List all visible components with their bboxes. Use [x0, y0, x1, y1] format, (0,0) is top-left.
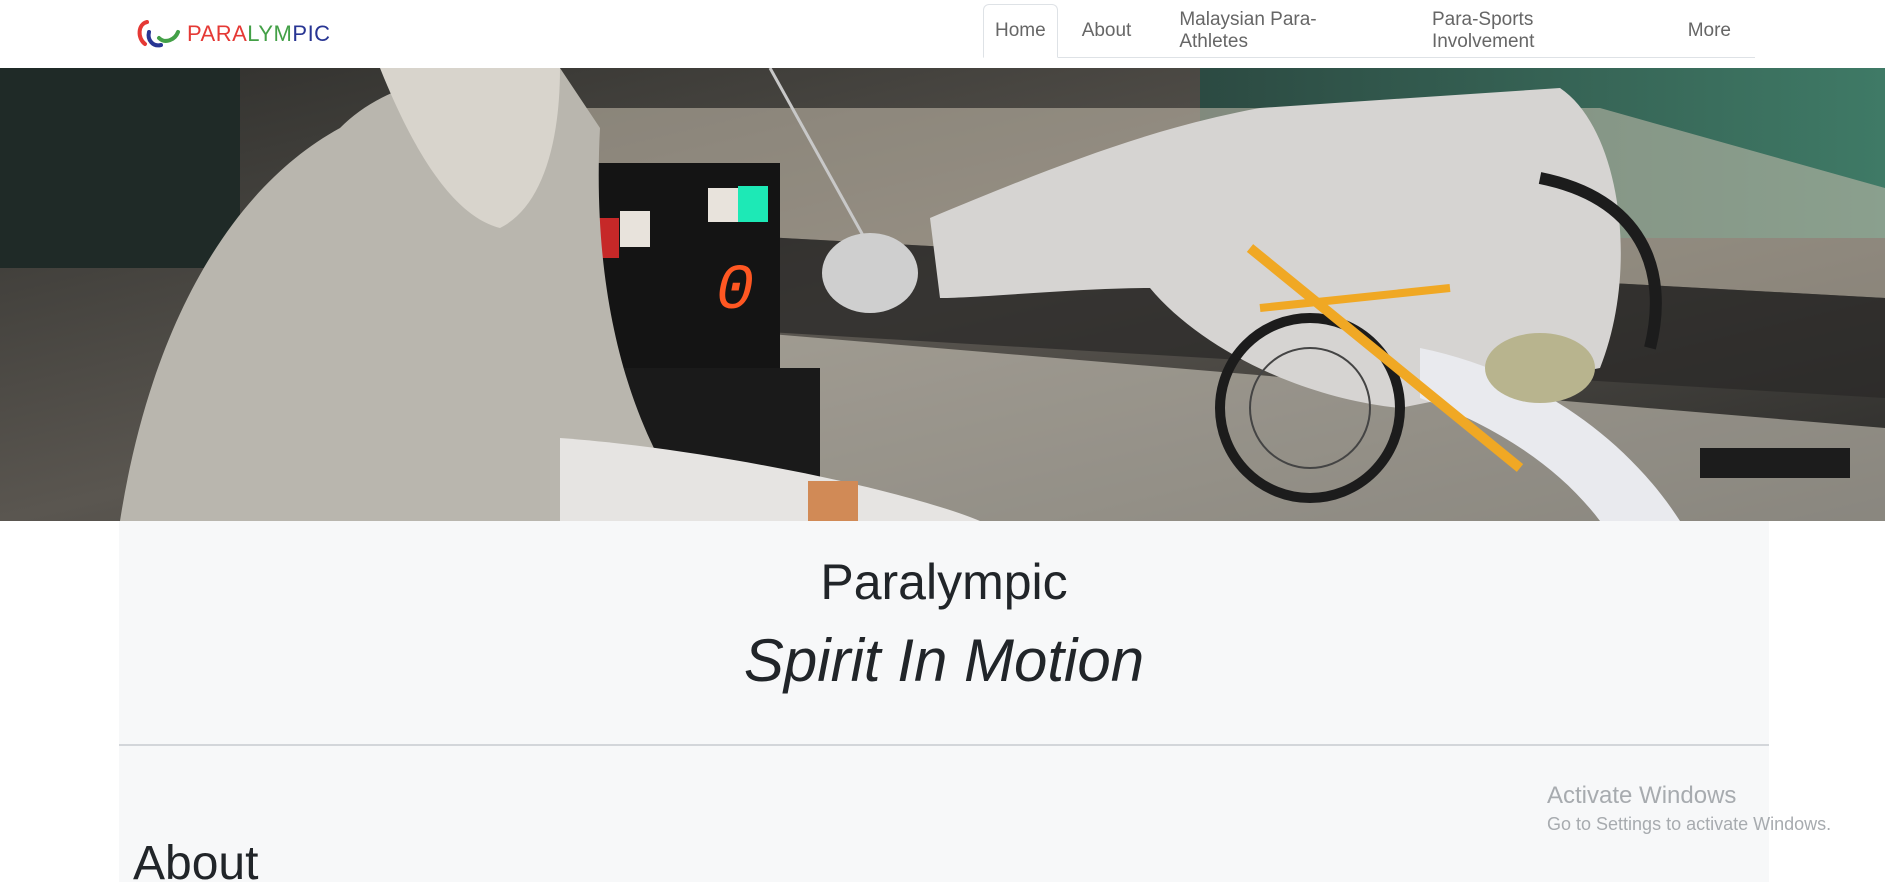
navbar: PARALYMPIC Home About Malaysian Para-Ath… — [0, 0, 1885, 68]
activate-windows-watermark: Activate Windows Go to Settings to activ… — [1547, 782, 1831, 835]
paralympic-agitos-icon — [137, 20, 180, 48]
page-subtitle: Spirit In Motion — [743, 627, 1145, 694]
brand-part-lym: LYM — [247, 21, 293, 46]
hero-image: 0 — [0, 68, 1885, 521]
brand-wordmark: PARALYMPIC — [187, 21, 331, 47]
nav-tab-home[interactable]: Home — [983, 4, 1058, 58]
page-title: Paralympic — [820, 554, 1068, 610]
brand-part-pic: PIC — [292, 21, 331, 46]
brand-link[interactable]: PARALYMPIC — [135, 14, 331, 54]
nav-tab-malaysian-para-athletes[interactable]: Malaysian Para-Athletes — [1155, 4, 1408, 57]
nav-tab-about[interactable]: About — [1058, 4, 1156, 57]
nav-tabs: Home About Malaysian Para-Athletes Para-… — [983, 4, 1755, 58]
scoreboard-digit: 0 — [716, 256, 754, 328]
about-heading: About — [133, 837, 259, 890]
activate-windows-subtitle: Go to Settings to activate Windows. — [1547, 814, 1832, 834]
brand-part-para: PARA — [187, 21, 248, 46]
page-header: Paralympic Spirit In Motion — [119, 521, 1769, 746]
nav-tab-para-sports-involvement[interactable]: Para-Sports Involvement — [1408, 4, 1664, 57]
hero-fencing-photo: 0 — [0, 68, 1885, 521]
activate-windows-title: Activate Windows — [1547, 782, 1737, 809]
about-section: About — [119, 746, 1769, 890]
nav-tab-more[interactable]: More — [1664, 4, 1755, 57]
